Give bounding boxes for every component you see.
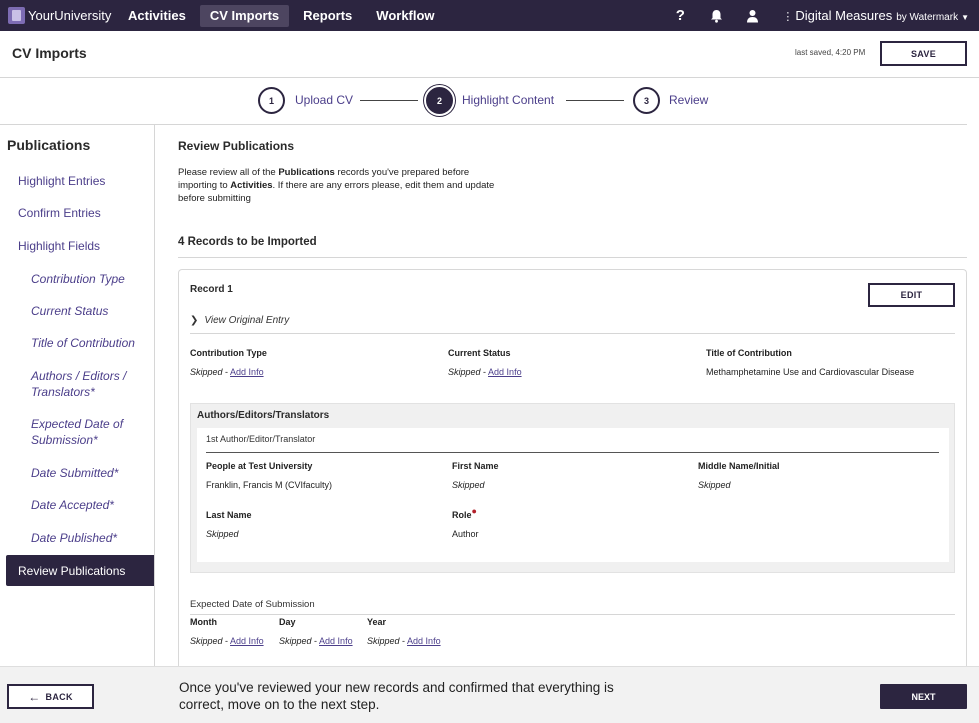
last-name-label: Last Name <box>206 510 252 520</box>
author-entry-divider <box>206 452 939 453</box>
next-button[interactable]: NEXT <box>880 684 967 709</box>
sidebar-sub-contribution-type[interactable]: Contribution Type <box>31 271 149 287</box>
sidebar-item-confirm-entries[interactable]: Confirm Entries <box>18 206 101 220</box>
sidebar-sub-title-of-contribution[interactable]: Title of Contribution <box>31 335 149 351</box>
logo-text: YourUniversity <box>28 8 112 23</box>
view-original-entry-toggle[interactable]: ❯ View Original Entry <box>190 315 289 326</box>
chevron-right-icon: ❯ <box>190 315 199 326</box>
day-value: Skipped - Add Info <box>279 636 353 646</box>
record-divider <box>190 333 955 334</box>
chevron-down-icon: ▼ <box>961 13 969 22</box>
top-nav: YourUniversity Activities CV Imports Rep… <box>0 0 979 31</box>
first-name-label: First Name <box>452 461 499 471</box>
step-connector <box>566 100 624 101</box>
current-status-label: Current Status <box>448 348 511 358</box>
nav-activities[interactable]: Activities <box>118 5 196 27</box>
dm-brand-text: Digital Measures <box>795 8 893 23</box>
day-label: Day <box>279 617 296 627</box>
current-status-value: Skipped - Add Info <box>448 367 522 377</box>
add-info-link[interactable]: Add Info <box>230 636 264 646</box>
author-entry-panel <box>197 428 949 562</box>
step-1-circle[interactable]: 1 <box>258 87 285 114</box>
add-info-link[interactable]: Add Info <box>319 636 353 646</box>
sidebar-title: Publications <box>7 137 91 153</box>
contribution-type-label: Contribution Type <box>190 348 267 358</box>
expected-date-divider <box>190 614 955 615</box>
step-1-label[interactable]: Upload CV <box>295 93 353 107</box>
help-icon[interactable]: ? <box>662 0 698 31</box>
add-info-link[interactable]: Add Info <box>488 367 522 377</box>
sidebar-sub-date-published[interactable]: Date Published* <box>31 530 149 546</box>
last-saved-text: last saved, 4:20 PM <box>795 48 866 57</box>
university-logo[interactable]: YourUniversity <box>8 7 118 24</box>
step-2-circle[interactable]: 2 <box>426 87 453 114</box>
records-count: 4 Records to be Imported <box>178 236 317 248</box>
role-label: Role● <box>452 506 477 521</box>
year-value: Skipped - Add Info <box>367 636 441 646</box>
nav-right: ? ⋮ Digital Measures by Watermark ▼ <box>662 0 969 31</box>
authors-section-title: Authors/Editors/Translators <box>197 410 330 421</box>
step-3-circle[interactable]: 3 <box>633 87 660 114</box>
digital-measures-brand[interactable]: ⋮ Digital Measures by Watermark ▼ <box>782 8 969 23</box>
month-label: Month <box>190 617 217 627</box>
record-title: Record 1 <box>190 284 233 295</box>
add-info-link[interactable]: Add Info <box>230 367 264 377</box>
title-of-contribution-label: Title of Contribution <box>706 348 792 358</box>
sidebar-sub-authors-editors-translators[interactable]: Authors / Editors / Translators* <box>31 368 149 400</box>
back-button[interactable]: ← BACK <box>7 684 94 709</box>
last-name-value: Skipped <box>206 529 239 539</box>
sidebar-sub-expected-date[interactable]: Expected Date of Submission* <box>31 416 149 448</box>
back-label: BACK <box>45 691 73 702</box>
dm-dots-icon: ⋮ <box>782 11 794 23</box>
expected-date-title: Expected Date of Submission <box>190 599 315 610</box>
contribution-type-value: Skipped - Add Info <box>190 367 264 377</box>
step-connector <box>360 100 418 101</box>
people-label: People at Test University <box>206 461 313 471</box>
sidebar-item-highlight-fields[interactable]: Highlight Fields <box>18 239 100 253</box>
user-icon[interactable] <box>734 0 770 31</box>
save-button[interactable]: SAVE <box>880 41 967 66</box>
nav-reports[interactable]: Reports <box>293 5 362 27</box>
sidebar-sub-current-status[interactable]: Current Status <box>31 303 149 319</box>
required-indicator-icon: ● <box>471 506 477 516</box>
month-value: Skipped - Add Info <box>190 636 264 646</box>
edit-button[interactable]: EDIT <box>868 283 955 307</box>
main-title: Review Publications <box>178 139 295 153</box>
sidebar-divider <box>154 124 155 666</box>
middle-name-value: Skipped <box>698 480 731 490</box>
title-of-contribution-value: Methamphetamine Use and Cardiovascular D… <box>706 367 915 377</box>
bell-icon[interactable] <box>698 0 734 31</box>
university-logo-icon <box>8 7 25 24</box>
bottom-message: Once you've reviewed your new records an… <box>179 680 614 712</box>
review-description: Please review all of the Publications re… <box>178 167 495 204</box>
year-label: Year <box>367 617 387 627</box>
sidebar-sub-date-accepted[interactable]: Date Accepted* <box>31 497 149 513</box>
author-entry-subtitle: 1st Author/Editor/Translator <box>206 434 316 444</box>
sidebar-item-highlight-entries[interactable]: Highlight Entries <box>18 174 105 188</box>
add-info-link[interactable]: Add Info <box>407 636 441 646</box>
records-divider <box>178 257 967 258</box>
nav-cv-imports[interactable]: CV Imports <box>199 4 290 27</box>
sidebar-sub-date-submitted[interactable]: Date Submitted* <box>31 465 149 481</box>
people-value: Franklin, Francis M (CVIfaculty) <box>206 480 333 490</box>
header-divider <box>0 77 979 78</box>
step-3-label[interactable]: Review <box>669 93 708 107</box>
nav-workflow[interactable]: Workflow <box>366 5 444 27</box>
page-title: CV Imports <box>12 45 87 61</box>
role-value: Author <box>452 529 479 539</box>
arrow-left-icon: ← <box>28 689 41 704</box>
step-2-label[interactable]: Highlight Content <box>462 93 554 107</box>
middle-name-label: Middle Name/Initial <box>698 461 780 471</box>
view-original-label: View Original Entry <box>204 315 290 326</box>
first-name-value: Skipped <box>452 480 485 490</box>
sidebar-item-review-publications[interactable]: Review Publications <box>6 555 155 586</box>
dm-by-text: by Watermark <box>896 12 959 23</box>
stepper-divider <box>0 124 967 125</box>
